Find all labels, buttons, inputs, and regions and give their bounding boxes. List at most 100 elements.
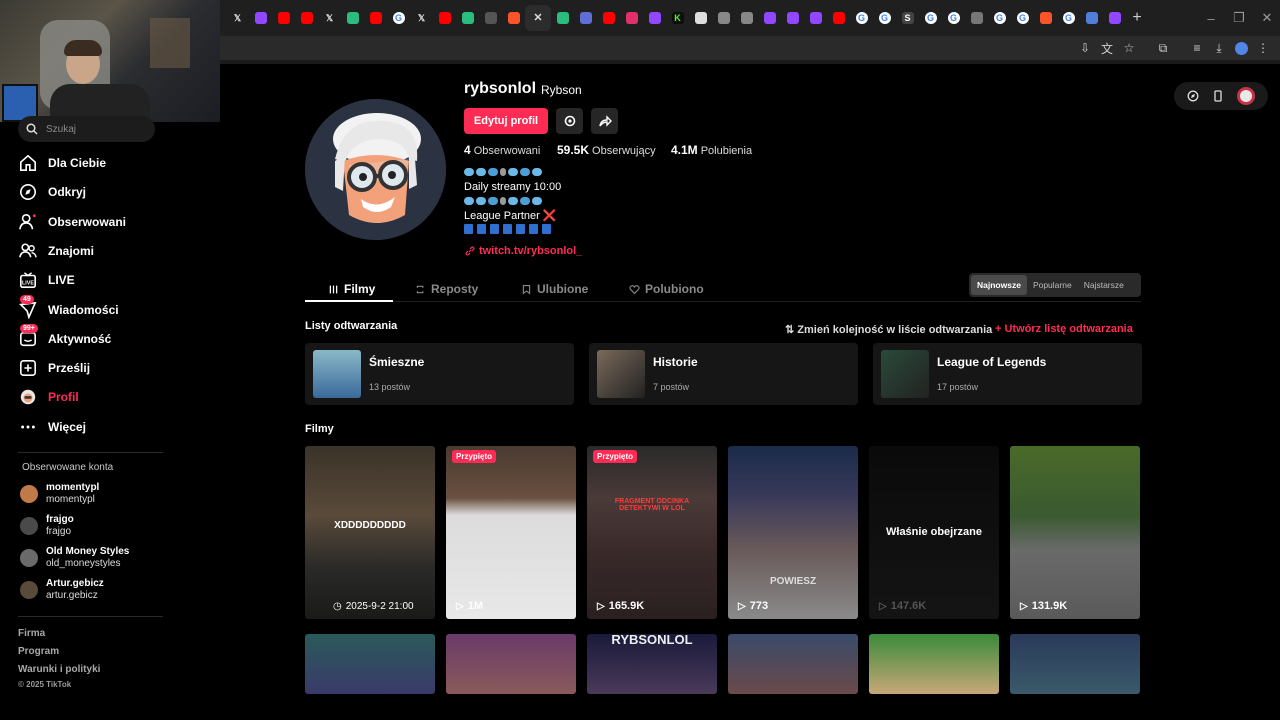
restore-button[interactable]: ❐: [1224, 0, 1254, 36]
phone-icon[interactable]: [1213, 90, 1223, 102]
browser-tab[interactable]: 𝕏: [226, 5, 249, 31]
followed-account[interactable]: Old Money Styles old_moneystyles: [20, 546, 129, 570]
bookmark-star-icon[interactable]: ☆: [1118, 38, 1140, 58]
browser-tab[interactable]: [502, 5, 525, 31]
sidebar-item-profil[interactable]: Profil: [18, 383, 79, 411]
browser-tab[interactable]: [643, 5, 666, 31]
install-app-icon[interactable]: ⇩: [1074, 38, 1096, 58]
browser-tab[interactable]: G: [873, 5, 896, 31]
sidebar-item-znajomi[interactable]: Znajomi: [18, 237, 94, 265]
browser-tab[interactable]: [341, 5, 364, 31]
browser-tab[interactable]: [597, 5, 620, 31]
browser-tab[interactable]: [574, 5, 597, 31]
downloads-icon[interactable]: ⤓: [1208, 38, 1230, 58]
video-card[interactable]: [305, 634, 435, 694]
footer-link[interactable]: Warunki i polityki: [18, 664, 100, 675]
video-card[interactable]: [1010, 634, 1140, 694]
browser-tab[interactable]: [364, 5, 387, 31]
sort-najstarsze[interactable]: Najstarsze: [1078, 275, 1130, 295]
reorder-playlists-button[interactable]: ⇅ Zmień kolejność w liście odtwarzania: [785, 323, 992, 336]
share-button[interactable]: [591, 108, 618, 134]
stat-obserwujący[interactable]: 59.5K Obserwujący: [557, 143, 656, 157]
tab-polubiono[interactable]: Polubiono: [629, 278, 704, 300]
browser-tab[interactable]: G: [942, 5, 965, 31]
menu-kebab-icon[interactable]: ⋮: [1252, 38, 1274, 58]
followed-account[interactable]: frajgo frajgo: [20, 514, 74, 538]
playlist-card[interactable]: Historie 7 postów: [589, 343, 858, 405]
browser-tab[interactable]: 𝕏: [410, 5, 433, 31]
search-input[interactable]: Szukaj: [18, 116, 155, 142]
minimize-button[interactable]: –: [1196, 0, 1226, 36]
browser-tab[interactable]: [689, 5, 712, 31]
video-card[interactable]: [446, 634, 576, 694]
sort-popularne[interactable]: Popularne: [1027, 275, 1078, 295]
browser-tab[interactable]: G: [919, 5, 942, 31]
footer-link[interactable]: Program: [18, 646, 59, 657]
sidebar-item-obserwowani[interactable]: Obserwowani: [18, 208, 126, 236]
browser-tab[interactable]: K: [666, 5, 689, 31]
profile-icon[interactable]: [1230, 38, 1252, 58]
browser-tab[interactable]: [781, 5, 804, 31]
sidebar-item-odkryj[interactable]: Odkryj: [18, 178, 86, 206]
video-card[interactable]: POWIESZ ▷ 773: [728, 446, 858, 619]
browser-tab[interactable]: [295, 5, 318, 31]
sidebar-item-aktywnosc[interactable]: 99+ Aktywność: [18, 323, 111, 353]
edit-profile-button[interactable]: Edytuj profil: [464, 108, 548, 134]
browser-tab[interactable]: [712, 5, 735, 31]
playlist-card[interactable]: League of Legends 17 postów: [873, 343, 1142, 405]
browser-tab[interactable]: [1080, 5, 1103, 31]
playlist-card[interactable]: Śmieszne 13 postów: [305, 343, 574, 405]
video-card[interactable]: [869, 634, 999, 694]
settings-button[interactable]: [556, 108, 583, 134]
browser-tab[interactable]: [479, 5, 502, 31]
browser-tab[interactable]: ✕: [525, 5, 551, 31]
sidebar-item-wiadomosci[interactable]: 49 Wiadomości: [18, 294, 119, 324]
tab-ulubione[interactable]: Ulubione: [521, 278, 588, 300]
browser-tab[interactable]: [735, 5, 758, 31]
followed-account[interactable]: momentypl momentypl: [20, 482, 99, 506]
browser-tab[interactable]: [827, 5, 850, 31]
video-card[interactable]: Właśnie obejrzane ▷ 147.6K: [869, 446, 999, 619]
video-card[interactable]: Przypięto ▷ 1M: [446, 446, 576, 619]
followed-account[interactable]: Artur.gebicz artur.gebicz: [20, 578, 104, 602]
video-card[interactable]: XDDDDDDDDD ◷ 2025-9-2 21:00: [305, 446, 435, 619]
stat-polubienia[interactable]: 4.1M Polubienia: [671, 143, 752, 157]
browser-tab[interactable]: [1034, 5, 1057, 31]
browser-tab[interactable]: [965, 5, 988, 31]
video-card[interactable]: Przypięto FRAGMENT ODCINKA DETEKTYWI W LO…: [587, 446, 717, 619]
browser-tab[interactable]: G: [1057, 5, 1080, 31]
tab-filmy[interactable]: Filmy: [328, 278, 375, 300]
browser-tab[interactable]: G: [988, 5, 1011, 31]
sort-najnowsze[interactable]: Najnowsze: [971, 275, 1027, 295]
browser-tab[interactable]: [456, 5, 479, 31]
sidebar-item-live[interactable]: LIVE LIVE: [18, 266, 75, 294]
new-tab-button[interactable]: +: [1126, 7, 1148, 29]
sidebar-item-dla-ciebie[interactable]: Dla Ciebie: [18, 149, 106, 177]
browser-tab[interactable]: [1103, 5, 1126, 31]
media-controls-icon[interactable]: ≡: [1186, 38, 1208, 58]
browser-tab[interactable]: [758, 5, 781, 31]
video-card[interactable]: [728, 634, 858, 694]
video-card[interactable]: ▷ 131.9K: [1010, 446, 1140, 619]
profile-avatar[interactable]: [305, 99, 446, 240]
browser-tab[interactable]: [433, 5, 456, 31]
browser-tab[interactable]: G: [387, 5, 410, 31]
browser-tab[interactable]: S: [896, 5, 919, 31]
stat-obserwowani[interactable]: 4 Obserwowani: [464, 143, 540, 157]
tab-reposty[interactable]: Reposty: [415, 278, 478, 300]
browser-tab[interactable]: [249, 5, 272, 31]
browser-tab[interactable]: G: [1011, 5, 1034, 31]
browser-tab[interactable]: [551, 5, 574, 31]
sidebar-item-wiecej[interactable]: Więcej: [18, 413, 86, 441]
browser-tab[interactable]: [804, 5, 827, 31]
sidebar-item-przeslij[interactable]: Prześlij: [18, 354, 90, 382]
browser-tab[interactable]: G: [850, 5, 873, 31]
window-close-button[interactable]: ✕: [1252, 0, 1280, 36]
extensions-icon[interactable]: ⧉: [1152, 38, 1174, 58]
browser-tab[interactable]: 𝕏: [318, 5, 341, 31]
create-playlist-button[interactable]: + Utwórz listę odtwarzania: [995, 323, 1133, 335]
footer-link[interactable]: Firma: [18, 628, 45, 639]
browser-tab[interactable]: [272, 5, 295, 31]
browser-tab[interactable]: [620, 5, 643, 31]
video-card[interactable]: RYBSONLOL: [587, 634, 717, 694]
